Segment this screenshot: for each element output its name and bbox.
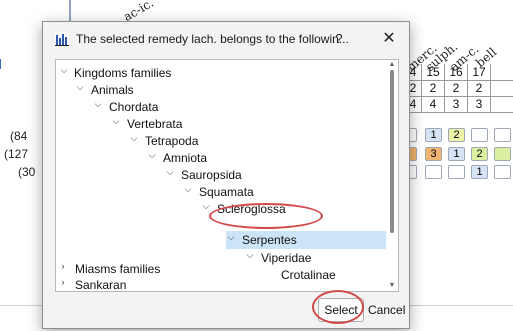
chevron-down-icon[interactable]: ⌵ (226, 232, 236, 248)
grid-cell: 2 (452, 81, 460, 95)
tree-node-chordata[interactable]: Chordata (109, 99, 158, 115)
chevron-down-icon[interactable]: ⌵ (93, 99, 103, 115)
grade-cell[interactable]: 1 (471, 165, 488, 179)
grid-line (410, 112, 513, 113)
grade-cell[interactable]: 2 (448, 128, 465, 142)
dialog-titlebar[interactable]: The selected remedy lach. belongs to the… (43, 22, 409, 56)
dialog-title: The selected remedy lach. belongs to the… (76, 32, 349, 46)
grid-cell: 16 (449, 65, 463, 79)
grid-line (490, 64, 491, 112)
remedy-family-dialog: The selected remedy lach. belongs to the… (42, 21, 410, 329)
grade-cell[interactable] (425, 165, 442, 179)
tree-node-tetrapoda[interactable]: Tetrapoda (145, 133, 198, 149)
tree-node-animals[interactable]: Animals (91, 82, 134, 98)
grade-cell[interactable]: 2 (471, 147, 488, 161)
grid-cell: 15 (426, 65, 440, 79)
grid-line (444, 64, 445, 112)
grid-cell: 2 (429, 81, 437, 95)
grid-cell: 17 (472, 65, 486, 79)
tree-node-sankaran[interactable]: Sankaran (75, 277, 126, 293)
row-count-label: (127 (4, 147, 29, 161)
tree-node-vertebrata[interactable]: Vertebrata (127, 116, 182, 132)
grade-cell[interactable]: 1 (448, 147, 465, 161)
grid-line (467, 64, 468, 112)
tree-scrollbar[interactable]: ▲ ▼ (386, 60, 398, 291)
chevron-down-icon[interactable]: ⌵ (59, 65, 69, 81)
row-count-label: (30 (18, 165, 36, 179)
grade-cell[interactable]: 1 (425, 128, 442, 142)
row-count-label: (84 (10, 129, 28, 143)
tree-node-viperidae[interactable]: Viperidae (261, 250, 311, 266)
tree-node-serpentes[interactable]: Serpentes (242, 232, 297, 248)
tree-node-crotalinae[interactable]: Crotalinae (281, 267, 336, 283)
tree-node-scleroglossa[interactable]: Scleroglossa (217, 201, 286, 217)
chevron-down-icon[interactable]: ⌵ (147, 150, 157, 166)
chevron-down-icon[interactable]: ⌵ (75, 82, 85, 98)
chevron-down-icon[interactable]: ⌵ (129, 133, 139, 149)
chevron-down-icon[interactable]: ⌵ (183, 184, 193, 200)
tree-node-kingdoms-families[interactable]: Kingdoms families (74, 65, 171, 81)
tree-node-amniota[interactable]: Amniota (163, 150, 207, 166)
tree-node-squamata[interactable]: Squamata (199, 184, 254, 200)
cancel-button[interactable]: Cancel (367, 298, 405, 322)
grade-cell[interactable] (494, 128, 511, 142)
select-button[interactable]: Select (318, 298, 364, 322)
grade-cell[interactable] (448, 165, 465, 179)
chevron-down-icon[interactable]: ⌵ (111, 116, 121, 132)
tree-node-sauropsida[interactable]: Sauropsida (181, 167, 242, 183)
scrollbar-thumb[interactable] (390, 70, 394, 233)
scroll-up-icon[interactable]: ▲ (388, 61, 396, 69)
chevron-right-icon[interactable]: › (58, 277, 68, 293)
grid-cell: 3 (452, 97, 460, 111)
grid-cell: 4 (429, 97, 437, 111)
chevron-down-icon[interactable]: ⌵ (245, 250, 255, 266)
grid-cell: 2 (475, 81, 483, 95)
close-button[interactable]: ✕ (378, 28, 400, 50)
chevron-right-icon[interactable]: › (58, 261, 68, 277)
help-button[interactable]: ? (328, 28, 350, 50)
family-tree[interactable]: ⌵ Kingdoms families ⌵ Animals ⌵ Chordata… (55, 59, 399, 292)
bar-chart-icon (55, 32, 69, 46)
chevron-down-icon[interactable]: ⌵ (201, 201, 211, 217)
scroll-down-icon[interactable]: ▼ (388, 282, 396, 290)
grade-cell[interactable] (471, 128, 488, 142)
grid-line (421, 64, 422, 112)
grade-cell[interactable] (494, 165, 511, 179)
grade-cell[interactable]: 3 (425, 147, 442, 161)
grade-cell[interactable] (494, 147, 511, 161)
tree-node-miasms-families[interactable]: Miasms families (75, 261, 160, 277)
chevron-down-icon[interactable]: ⌵ (165, 167, 175, 183)
selection-marker (0, 59, 1, 69)
grid-cell: 3 (475, 97, 483, 111)
